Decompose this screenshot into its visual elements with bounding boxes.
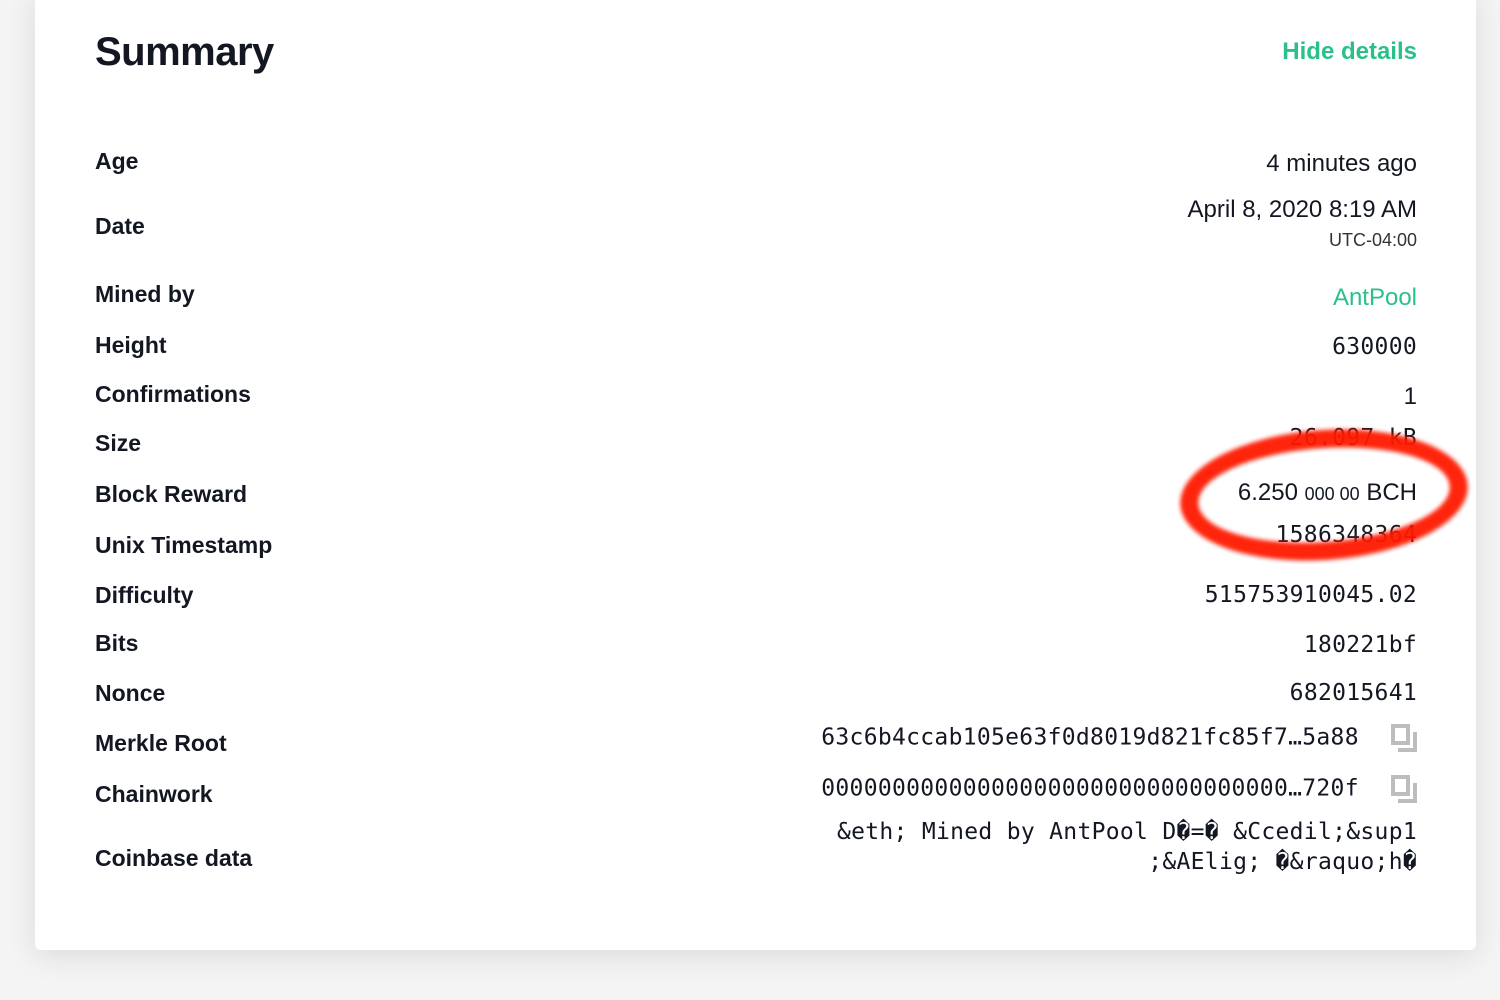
block-reward-value: 6.250 000 00 BCH <box>1238 479 1417 507</box>
nonce-label: Nonce <box>95 680 166 706</box>
timezone-text: UTC-04:00 <box>1328 230 1417 250</box>
reward-main: 6.250 <box>1237 479 1298 506</box>
merkle-root-value: 63c6b4ccab105e63f0d8019d821fc85f7…5a88 <box>821 724 1417 752</box>
chainwork-label: Chainwork <box>95 781 213 807</box>
confirmations-value: 1 <box>1403 383 1417 410</box>
coinbase-data-value: &eth; Mined by AntPool D�=� &Ccedil;&sup… <box>837 817 1417 877</box>
block-reward-label: Block Reward <box>95 481 248 507</box>
date-label: Date <box>95 213 145 239</box>
chainwork-value: 000000000000000000000000000000000…720f <box>821 775 1417 803</box>
unix-timestamp-value: 1586348364 <box>1275 522 1417 548</box>
nonce-value: 682015641 <box>1289 680 1417 706</box>
coinbase-data-label: Coinbase data <box>95 845 253 871</box>
difficulty-value: 515753910045.02 <box>1204 582 1417 608</box>
mined-by-label: Mined by <box>95 281 195 307</box>
height-label: Height <box>95 332 167 358</box>
hide-details-link[interactable]: Hide details <box>1282 38 1417 66</box>
coinbase-line-2: ;&AElig; �&raquo;h� <box>1148 849 1417 875</box>
size-value: 26.097 kB <box>1289 425 1417 451</box>
unix-timestamp-label: Unix Timestamp <box>95 532 273 558</box>
merkle-root-hash[interactable]: 63c6b4ccab105e63f0d8019d821fc85f7…5a88 <box>821 725 1359 751</box>
summary-card: Summary Hide details Age 4 minutes ago D… <box>35 0 1476 950</box>
bits-value: 180221bf <box>1303 632 1417 658</box>
size-label: Size <box>95 430 142 456</box>
coinbase-line-1: &eth; Mined by AntPool D�=� &Ccedil;&sup… <box>836 819 1417 845</box>
copy-icon[interactable] <box>1391 775 1417 803</box>
date-value: April 8, 2020 8:19 AM UTC-04:00 <box>1188 196 1417 251</box>
height-value: 630000 <box>1332 334 1417 360</box>
reward-small: 000 00 <box>1304 484 1360 504</box>
reward-unit: BCH <box>1366 479 1417 506</box>
copy-icon[interactable] <box>1391 724 1417 752</box>
age-label: Age <box>95 148 139 174</box>
merkle-root-label: Merkle Root <box>95 730 227 756</box>
confirmations-label: Confirmations <box>95 381 251 407</box>
difficulty-label: Difficulty <box>95 582 194 608</box>
date-text: April 8, 2020 8:19 AM <box>1187 196 1417 223</box>
chainwork-hash[interactable]: 000000000000000000000000000000000…720f <box>821 776 1359 802</box>
miner-link[interactable]: AntPool <box>1333 284 1417 312</box>
age-value: 4 minutes ago <box>1266 150 1417 177</box>
page-title: Summary <box>95 30 274 74</box>
bits-label: Bits <box>95 630 139 656</box>
